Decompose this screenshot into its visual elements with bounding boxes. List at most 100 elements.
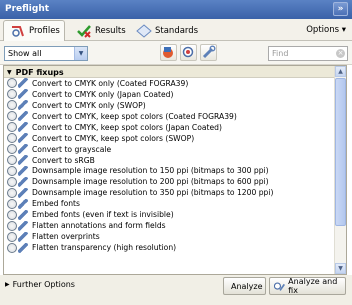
create-profile-button[interactable] — [160, 44, 177, 61]
chevron-down-icon: ▼ — [74, 47, 87, 60]
scroll-up-button[interactable]: ▲ — [335, 66, 346, 77]
magnifier-icon — [7, 209, 17, 220]
analyze-label: Analyze — [231, 281, 263, 291]
title-bar: Preflight » — [0, 0, 352, 19]
further-options-toggle[interactable]: ▶ Further Options — [5, 280, 75, 289]
wrench-icon — [18, 242, 28, 253]
wrench-icon — [18, 100, 28, 111]
group-header-pdf-fixups[interactable]: ▼ PDF fixups — [4, 66, 346, 78]
find-placeholder: Find — [272, 49, 289, 58]
fixup-label: Flatten transparency (high resolution) — [32, 243, 177, 253]
wrench-icon — [18, 144, 28, 155]
wrench-icon — [18, 133, 28, 144]
filter-bar: Show all ▼ Find × — [0, 41, 352, 65]
fixup-row[interactable]: Convert to CMYK only (Japan Coated) — [4, 89, 346, 100]
panel-collapse-button[interactable]: » — [333, 2, 348, 16]
fixup-row[interactable]: Flatten annotations and form fields — [4, 220, 346, 231]
fixup-row[interactable]: Embed fonts (even if text is invisible) — [4, 209, 346, 220]
fixup-row[interactable]: Downsample image resolution to 350 ppi (… — [4, 187, 346, 198]
wrench-icon — [18, 187, 28, 198]
fixup-row[interactable]: Convert to CMYK only (Coated FOGRA39) — [4, 78, 346, 89]
show-filter-select[interactable]: Show all ▼ — [4, 46, 88, 61]
magnifier-icon — [7, 111, 17, 122]
fixup-row[interactable]: Convert to CMYK only (SWOP) — [4, 100, 346, 111]
fixup-label: Embed fonts (even if text is invisible) — [32, 210, 174, 220]
profiles-icon — [10, 24, 26, 38]
expand-triangle-icon[interactable]: ▼ — [7, 69, 12, 76]
wrench-icon — [18, 209, 28, 220]
wrench-icon — [18, 198, 28, 209]
magnifier-icon — [7, 89, 17, 100]
create-profile-icon — [163, 47, 173, 58]
window-title: Preflight — [5, 4, 50, 14]
magnifier-icon — [182, 46, 194, 58]
fixup-label: Flatten annotations and form fields — [32, 221, 166, 231]
fixup-label: Downsample image resolution to 200 ppi (… — [32, 177, 269, 187]
fixup-label: Convert to CMYK, keep spot colors (Japan… — [32, 122, 222, 132]
wrench-icon — [18, 220, 28, 231]
magnifier-icon — [7, 198, 17, 209]
analyze-button[interactable]: Analyze — [223, 277, 266, 295]
further-options-label: Further Options — [12, 280, 75, 289]
magnifier-icon — [7, 100, 17, 111]
clear-search-icon[interactable]: × — [336, 49, 345, 58]
magnifier-icon — [7, 155, 17, 166]
fixup-label: Convert to CMYK only (Japan Coated) — [32, 89, 174, 99]
show-filter-value: Show all — [8, 49, 42, 58]
profile-list: ▼ PDF fixups Convert to CMYK only (Coate… — [3, 65, 347, 275]
results-icon — [76, 24, 92, 38]
tab-profiles[interactable]: Profiles — [3, 20, 65, 41]
expand-right-icon: ▶ — [5, 281, 10, 288]
fixup-row[interactable]: Convert to sRGB — [4, 155, 346, 166]
fixup-row[interactable]: Embed fonts — [4, 198, 346, 209]
tab-results[interactable]: Results — [70, 20, 130, 41]
fixup-row[interactable]: Convert to CMYK, keep spot colors (SWOP) — [4, 133, 346, 144]
fixup-label: Flatten overprints — [32, 232, 100, 242]
wrench-icon — [18, 89, 28, 100]
fixup-label: Convert to CMYK, keep spot colors (SWOP) — [32, 133, 195, 143]
analyze-fix-icon — [274, 282, 286, 291]
group-label: PDF fixups — [15, 67, 64, 77]
analyze-and-fix-button[interactable]: Analyze and fix — [269, 277, 346, 295]
magnifier-icon — [7, 242, 17, 253]
wrench-icon — [202, 45, 216, 59]
magnifier-icon — [7, 122, 17, 133]
magnifier-icon — [7, 78, 17, 89]
fixup-rows: Convert to CMYK only (Coated FOGRA39) Con… — [4, 78, 346, 253]
fixup-row[interactable]: Flatten overprints — [4, 231, 346, 242]
fixup-row[interactable]: Flatten transparency (high resolution) — [4, 242, 346, 253]
magnifier-icon — [7, 176, 17, 187]
fixup-row[interactable]: Downsample image resolution to 200 ppi (… — [4, 176, 346, 187]
find-input[interactable]: Find × — [268, 46, 348, 61]
tab-results-label: Results — [95, 25, 126, 36]
fixup-label: Embed fonts — [32, 199, 80, 209]
fixup-label: Convert to CMYK, keep spot colors (Coate… — [32, 111, 237, 121]
magnifier-icon — [7, 165, 17, 176]
bottom-bar: ▶ Further Options Analyze Analyze and fi… — [0, 275, 352, 305]
tab-profiles-label: Profiles — [29, 26, 60, 36]
magnifier-icon — [7, 231, 17, 242]
magnifier-icon — [7, 144, 17, 155]
wrench-icon — [18, 231, 28, 242]
wrench-icon — [18, 176, 28, 187]
fixup-row[interactable]: Convert to CMYK, keep spot colors (Japan… — [4, 122, 346, 133]
fixup-label: Convert to sRGB — [32, 155, 95, 165]
wrench-icon — [18, 155, 28, 166]
wrench-icon — [18, 122, 28, 133]
wrench-icon — [18, 111, 28, 122]
scroll-down-button[interactable]: ▼ — [335, 263, 346, 274]
scroll-thumb[interactable] — [335, 78, 346, 226]
fixup-row[interactable]: Downsample image resolution to 150 ppi (… — [4, 165, 346, 177]
tab-bar: Profiles Results Standards Options ▾ — [0, 19, 352, 41]
fixup-row[interactable]: Convert to CMYK, keep spot colors (Coate… — [4, 111, 346, 122]
magnifier-icon — [7, 220, 17, 231]
inspect-button[interactable] — [180, 44, 197, 61]
tab-standards-label: Standards — [155, 25, 199, 36]
fixup-row[interactable]: Convert to grayscale — [4, 144, 346, 155]
scrollbar[interactable]: ▲ ▼ — [334, 66, 346, 274]
fixup-label: Convert to grayscale — [32, 144, 112, 154]
edit-button[interactable] — [200, 44, 217, 61]
tab-standards[interactable]: Standards — [130, 20, 199, 41]
options-menu[interactable]: Options ▾ — [306, 25, 346, 35]
magnifier-icon — [7, 133, 17, 144]
